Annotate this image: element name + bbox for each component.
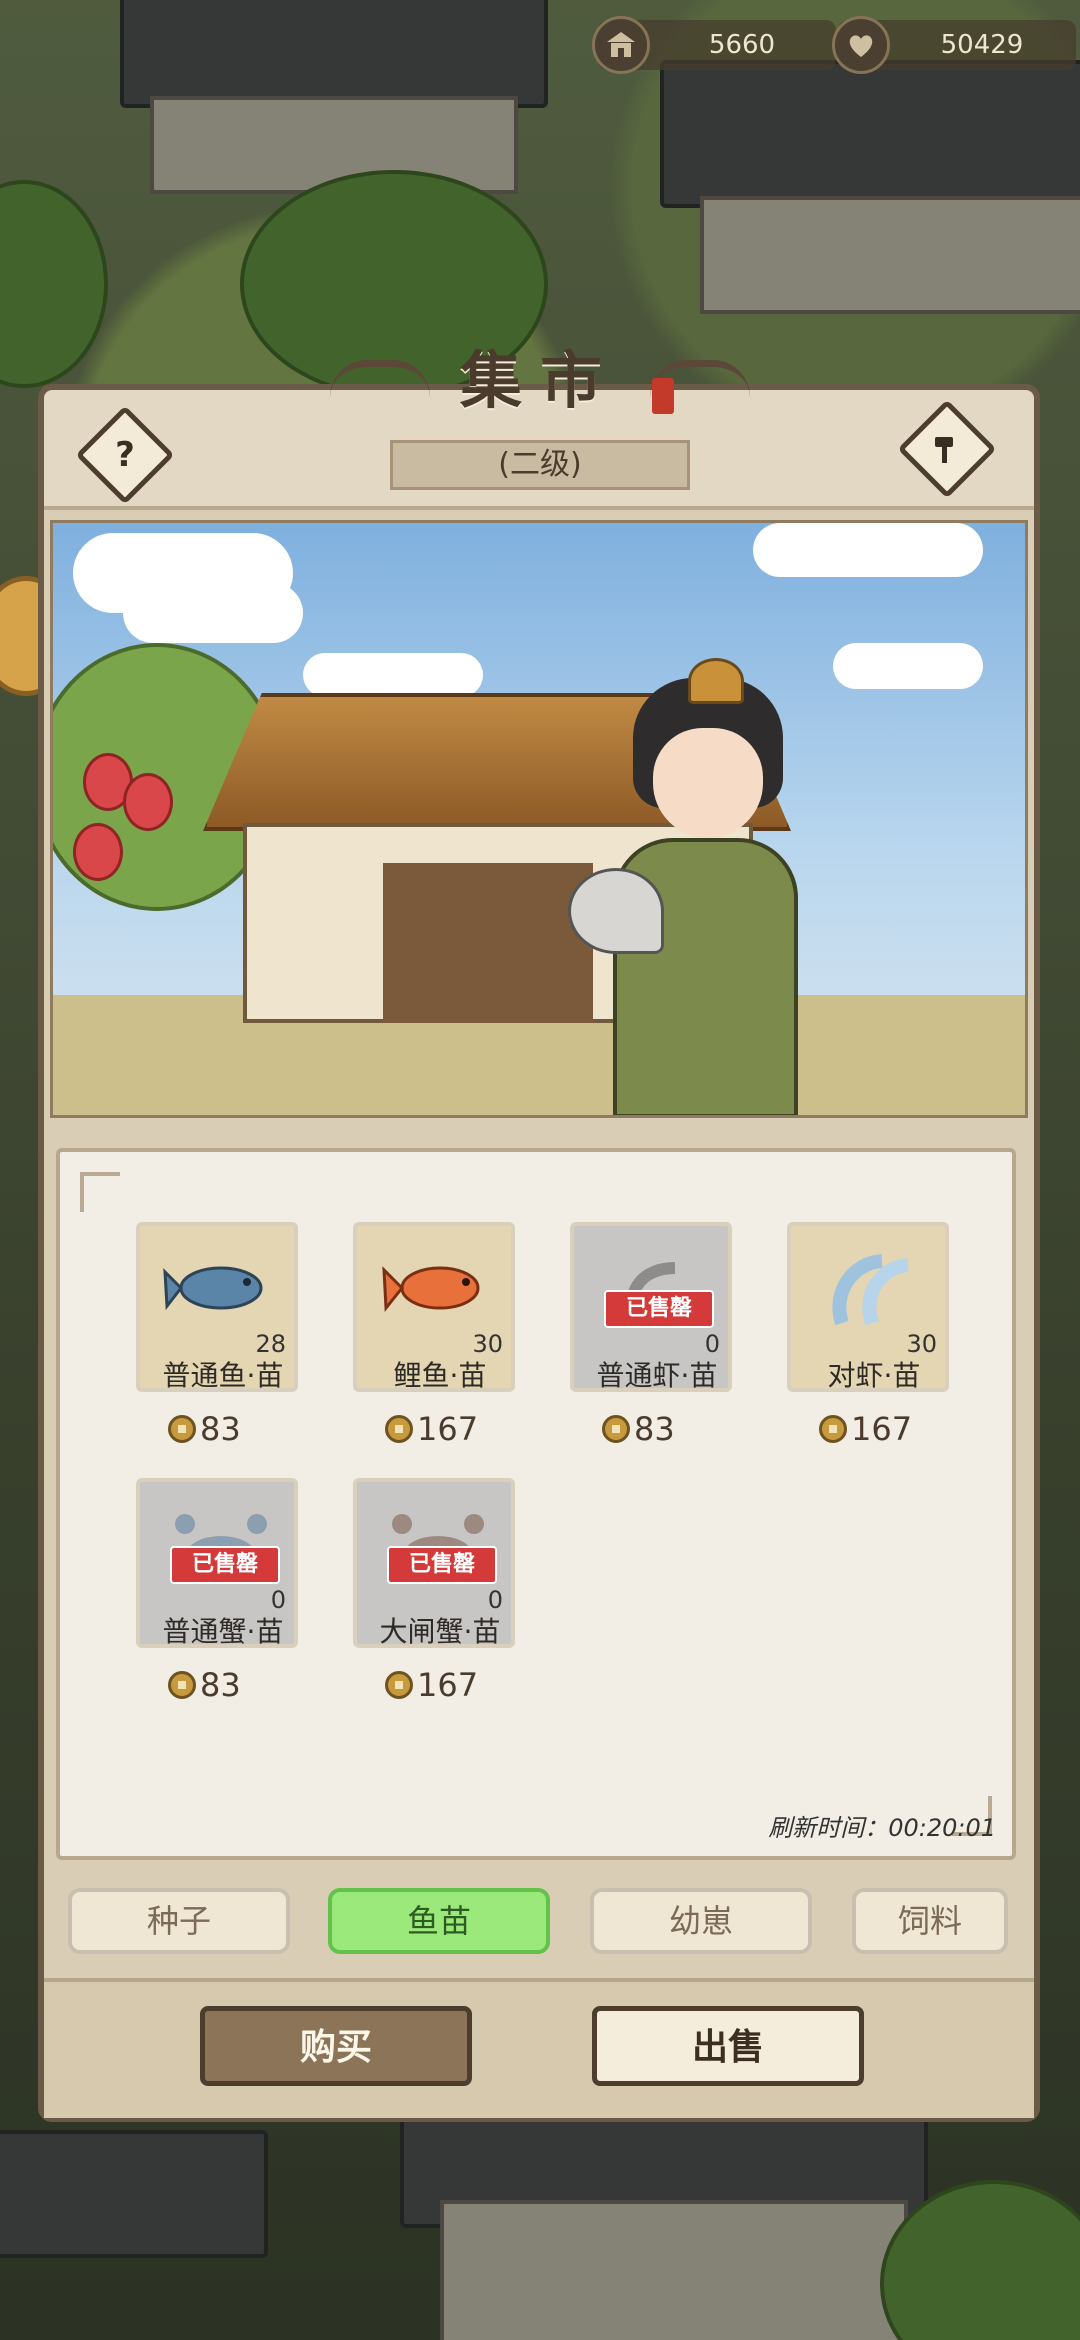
hammer-icon bbox=[917, 419, 977, 479]
item-name: 普通虾·苗 bbox=[596, 1359, 718, 1392]
prawn-icon bbox=[805, 1238, 939, 1338]
tab-young[interactable]: 幼崽 bbox=[590, 1888, 812, 1954]
coin-icon bbox=[819, 1415, 847, 1443]
building-icon bbox=[592, 16, 650, 74]
item-card[interactable]: 30 对虾·苗 167 bbox=[779, 1222, 949, 1448]
tab-fry[interactable]: 鱼苗 bbox=[328, 1888, 550, 1954]
coin-icon bbox=[385, 1415, 413, 1443]
heart-value: 50429 bbox=[940, 30, 1024, 60]
refresh-label: 刷新时间： bbox=[768, 1814, 889, 1842]
carp-icon bbox=[371, 1238, 505, 1338]
level-label: (二级) bbox=[390, 440, 690, 490]
item-name: 大闸蟹·苗 bbox=[379, 1615, 501, 1648]
item-price: 83 bbox=[602, 1410, 675, 1448]
item-price: 167 bbox=[385, 1666, 478, 1704]
fish-icon bbox=[154, 1238, 288, 1338]
building-currency[interactable]: 5660 bbox=[592, 16, 836, 74]
sold-out-badge: 已售罄 bbox=[387, 1546, 497, 1584]
tab-feed[interactable]: 饲料 bbox=[852, 1888, 1008, 1954]
heart-icon bbox=[832, 16, 890, 74]
tab-seeds[interactable]: 种子 bbox=[68, 1888, 290, 1954]
item-name: 对虾·苗 bbox=[827, 1359, 921, 1392]
action-bar bbox=[44, 1978, 1034, 2118]
item-price: 83 bbox=[168, 1410, 241, 1448]
coin-icon bbox=[168, 1671, 196, 1699]
sold-out-badge: 已售罄 bbox=[604, 1290, 714, 1328]
item-card[interactable]: 28 普通鱼·苗 83 bbox=[128, 1222, 298, 1448]
sold-out-badge: 已售罄 bbox=[170, 1546, 280, 1584]
item-card[interactable]: 已售罄 0 普通虾·苗 83 bbox=[562, 1222, 732, 1448]
item-card[interactable]: 30 鲤鱼·苗 167 bbox=[345, 1222, 515, 1448]
merchant-character bbox=[568, 658, 798, 1115]
item-name: 普通鱼·苗 bbox=[162, 1359, 284, 1392]
coin-icon bbox=[385, 1671, 413, 1699]
building-value: 5660 bbox=[708, 30, 776, 60]
item-name: 鲤鱼·苗 bbox=[393, 1359, 487, 1392]
sell-button[interactable]: 出售 bbox=[592, 2006, 864, 2086]
coin-icon bbox=[602, 1415, 630, 1443]
item-price: 167 bbox=[819, 1410, 912, 1448]
item-name: 普通蟹·苗 bbox=[162, 1615, 284, 1648]
heart-currency[interactable]: 50429 bbox=[832, 16, 1076, 74]
refresh-timer: 刷新时间：00:20:01 bbox=[768, 1808, 996, 1843]
coin-icon bbox=[168, 1415, 196, 1443]
item-price: 167 bbox=[385, 1410, 478, 1448]
buy-button[interactable]: 购买 bbox=[200, 2006, 472, 2086]
item-card[interactable]: 已售罄 0 普通蟹·苗 83 bbox=[128, 1478, 298, 1704]
seal-stamp-icon bbox=[652, 378, 674, 414]
help-icon: ? bbox=[115, 435, 135, 475]
market-scene-illustration bbox=[50, 520, 1028, 1118]
item-card[interactable]: 已售罄 0 大闸蟹·苗 167 bbox=[345, 1478, 515, 1704]
item-price: 83 bbox=[168, 1666, 241, 1704]
refresh-time: 00:20:01 bbox=[888, 1814, 996, 1842]
